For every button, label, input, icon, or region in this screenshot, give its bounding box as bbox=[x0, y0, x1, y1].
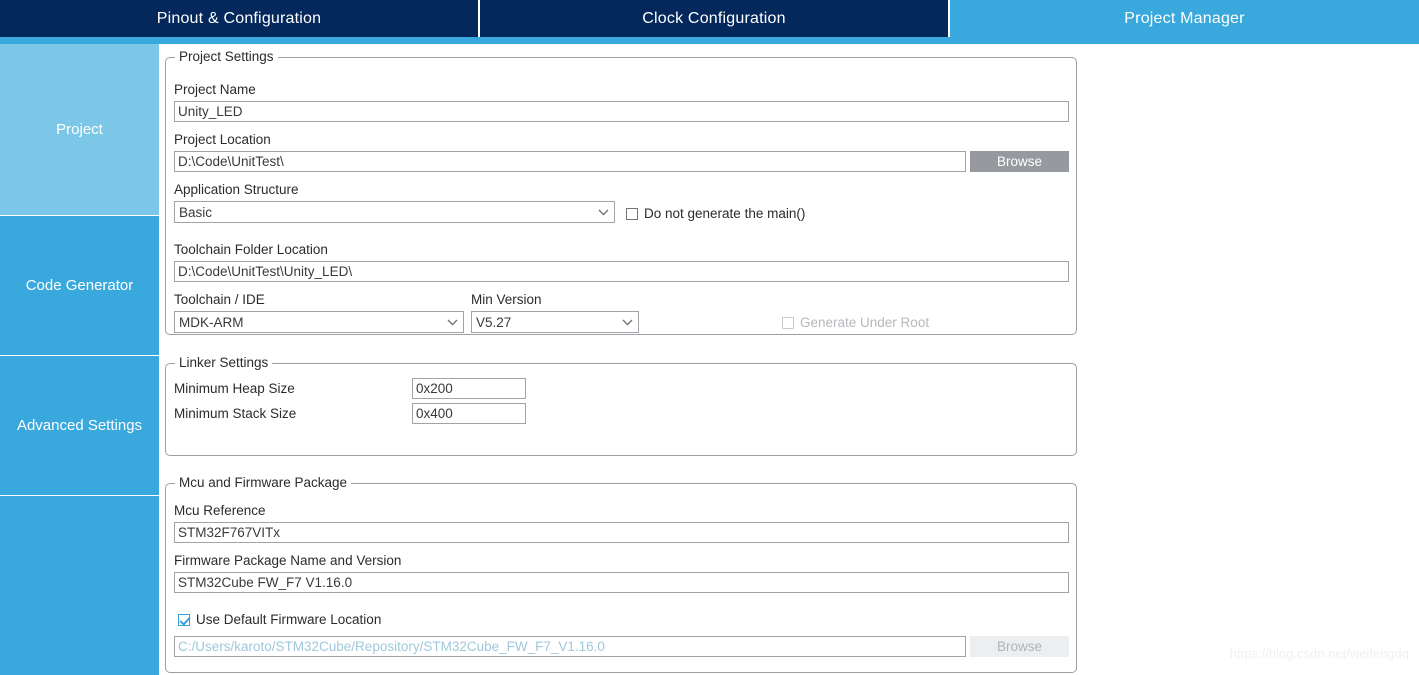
linker-settings-group-title: Linker Settings bbox=[175, 355, 273, 370]
project-location-label: Project Location bbox=[174, 132, 271, 147]
min-version-select[interactable]: V5.27 bbox=[471, 311, 639, 333]
mcu-firmware-group-title: Mcu and Firmware Package bbox=[175, 475, 352, 490]
toolchain-ide-value: MDK-ARM bbox=[179, 314, 244, 330]
chevron-down-icon bbox=[594, 202, 612, 222]
sidebar-item-empty[interactable] bbox=[0, 496, 159, 675]
tab-clock-configuration-label: Clock Configuration bbox=[642, 9, 786, 27]
do-not-generate-main-checkbox[interactable]: Do not generate the main() bbox=[626, 206, 805, 221]
use-default-firmware-location-box bbox=[178, 613, 190, 626]
generate-under-root-label: Generate Under Root bbox=[800, 315, 930, 330]
min-version-label: Min Version bbox=[471, 292, 542, 307]
linker-settings-group: Linker Settings Minimum Heap Size 0x200 … bbox=[165, 355, 1077, 456]
use-default-firmware-location-label: Use Default Firmware Location bbox=[196, 612, 382, 627]
minimum-stack-size-input[interactable]: 0x400 bbox=[412, 403, 526, 424]
main-tab-bar: Pinout & Configuration Clock Configurati… bbox=[0, 0, 1419, 37]
sidebar-item-project-label: Project bbox=[56, 121, 103, 138]
tab-accent-strip bbox=[0, 37, 1419, 44]
toolchain-folder-label: Toolchain Folder Location bbox=[174, 242, 328, 257]
project-settings-group-title: Project Settings bbox=[175, 49, 278, 64]
do-not-generate-main-box bbox=[626, 207, 638, 220]
tab-project-manager-label: Project Manager bbox=[1124, 9, 1245, 27]
tab-project-manager[interactable]: Project Manager bbox=[950, 0, 1419, 37]
application-structure-select[interactable]: Basic bbox=[174, 201, 615, 223]
project-name-input[interactable]: Unity_LED bbox=[174, 101, 1069, 122]
project-location-input[interactable]: D:\Code\UnitTest\ bbox=[174, 151, 966, 172]
use-default-firmware-location-checkbox[interactable]: Use Default Firmware Location bbox=[178, 612, 381, 627]
mcu-reference-input[interactable]: STM32F767VITx bbox=[174, 522, 1069, 543]
sidebar-item-project[interactable]: Project bbox=[0, 44, 159, 216]
toolchain-folder-input[interactable]: D:\Code\UnitTest\Unity_LED\ bbox=[174, 261, 1069, 282]
application-structure-label: Application Structure bbox=[174, 182, 299, 197]
generate-under-root-checkbox: Generate Under Root bbox=[782, 315, 929, 330]
mcu-reference-label: Mcu Reference bbox=[174, 503, 266, 518]
sidebar-item-advanced-settings[interactable]: Advanced Settings bbox=[0, 356, 159, 496]
watermark-text: https://blog.csdn.net/weifengdq bbox=[1229, 646, 1409, 661]
do-not-generate-main-label: Do not generate the main() bbox=[644, 206, 806, 221]
toolchain-ide-select[interactable]: MDK-ARM bbox=[174, 311, 464, 333]
project-name-label: Project Name bbox=[174, 82, 256, 97]
minimum-stack-size-label: Minimum Stack Size bbox=[174, 406, 297, 421]
tab-pinout-configuration[interactable]: Pinout & Configuration bbox=[0, 0, 478, 37]
sidebar: Project Code Generator Advanced Settings bbox=[0, 44, 159, 675]
project-manager-panel: Project Settings Project Name Unity_LED … bbox=[159, 44, 1419, 675]
minimum-heap-size-input[interactable]: 0x200 bbox=[412, 378, 526, 399]
chevron-down-icon bbox=[443, 312, 461, 332]
firmware-location-input: C:/Users/karoto/STM32Cube/Repository/STM… bbox=[174, 636, 966, 657]
tab-clock-configuration[interactable]: Clock Configuration bbox=[480, 0, 948, 37]
firmware-package-input[interactable]: STM32Cube FW_F7 V1.16.0 bbox=[174, 572, 1069, 593]
sidebar-item-code-generator[interactable]: Code Generator bbox=[0, 216, 159, 356]
minimum-heap-size-label: Minimum Heap Size bbox=[174, 381, 295, 396]
firmware-package-label: Firmware Package Name and Version bbox=[174, 553, 402, 568]
tab-pinout-configuration-label: Pinout & Configuration bbox=[156, 9, 322, 27]
toolchain-ide-label: Toolchain / IDE bbox=[174, 292, 265, 307]
generate-under-root-box bbox=[782, 316, 794, 329]
sidebar-item-advanced-settings-label: Advanced Settings bbox=[16, 417, 143, 434]
mcu-firmware-group: Mcu and Firmware Package Mcu Reference S… bbox=[165, 475, 1077, 673]
sidebar-item-code-generator-label: Code Generator bbox=[25, 277, 134, 294]
chevron-down-icon bbox=[618, 312, 636, 332]
firmware-location-browse-button: Browse bbox=[970, 636, 1069, 657]
application-structure-value: Basic bbox=[179, 204, 213, 220]
project-location-browse-button[interactable]: Browse bbox=[970, 151, 1069, 172]
project-settings-group: Project Settings Project Name Unity_LED … bbox=[165, 49, 1077, 335]
min-version-value: V5.27 bbox=[476, 314, 512, 330]
